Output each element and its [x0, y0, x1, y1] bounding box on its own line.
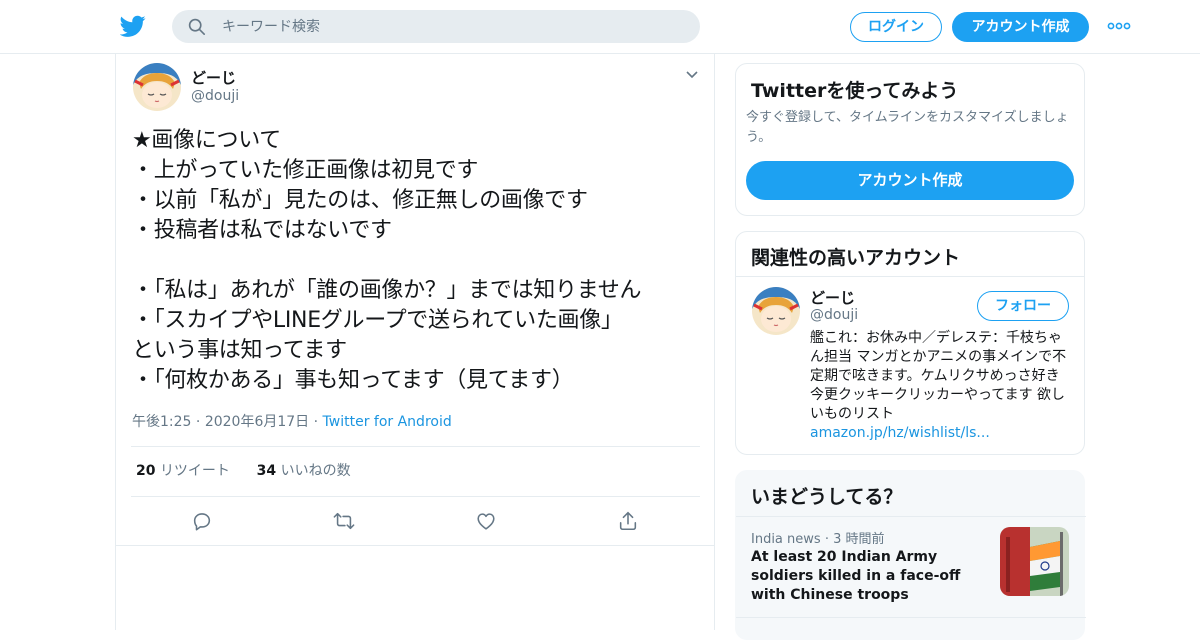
divider [736, 617, 1086, 618]
like-icon[interactable] [475, 510, 497, 532]
tweet-stats: 20 リツイート 34 いいねの数 [136, 460, 351, 480]
separator-dot: · [820, 532, 834, 547]
avatar[interactable] [133, 63, 181, 111]
tweet-timestamp: 午後1:25 · 2020年6月17日 · Twitter for Androi… [132, 411, 452, 431]
reply-icon[interactable] [191, 510, 213, 532]
twitter-bird-icon[interactable] [120, 13, 146, 39]
retweet-stat[interactable]: 20 リツイート [136, 463, 230, 479]
related-accounts-card: 関連性の高いアカウント どーじ @douji フォロー 艦これ：お休み中／デレス… [735, 231, 1085, 455]
divider [131, 496, 700, 497]
divider [116, 545, 714, 546]
separator-dot: · [309, 414, 323, 430]
avatar-image [752, 287, 800, 335]
chevron-down-icon[interactable] [685, 70, 699, 80]
trend-time: 3 時間前 [833, 532, 885, 547]
trends-card: いまどうしてる？ India news · 3 時間前 At least 20 … [735, 470, 1086, 640]
more-options-icon[interactable] [1107, 22, 1131, 30]
signup-card-title: Twitterを使ってみよう [751, 80, 959, 102]
divider [131, 446, 700, 447]
divider [736, 516, 1086, 517]
tweet-date[interactable]: 2020年6月17日 [205, 414, 309, 430]
login-button[interactable]: ログイン [850, 12, 942, 42]
trend-thumbnail[interactable] [1000, 527, 1069, 596]
retweet-count: 20 [136, 463, 156, 479]
like-label: いいねの数 [280, 463, 351, 479]
signup-card: Twitterを使ってみよう 今すぐ登録して、タイムラインをカスタマイズしましょ… [735, 63, 1085, 216]
search-box[interactable] [172, 10, 700, 43]
author-handle[interactable]: @douji [191, 88, 239, 104]
share-icon[interactable] [617, 510, 639, 532]
trend-category: India news [751, 532, 821, 547]
related-accounts-title: 関連性の高いアカウント [751, 247, 961, 269]
trend-headline[interactable]: At least 20 Indian Army soldiers killed … [751, 548, 976, 605]
signup-card-button[interactable]: アカウント作成 [746, 161, 1074, 200]
tweet-source-link[interactable]: Twitter for Android [323, 414, 452, 430]
retweet-icon[interactable] [333, 510, 355, 532]
signup-button[interactable]: アカウント作成 [952, 12, 1089, 42]
divider [736, 276, 1084, 277]
author-name[interactable]: どーじ [191, 67, 236, 88]
related-account-handle[interactable]: @douji [810, 307, 858, 323]
separator-dot: · [191, 414, 205, 430]
trend-meta: India news · 3 時間前 [751, 528, 885, 547]
related-account-name[interactable]: どーじ [810, 287, 855, 308]
follow-button[interactable]: フォロー [977, 291, 1069, 321]
like-stat[interactable]: 34 いいねの数 [257, 463, 351, 479]
like-count: 34 [256, 463, 277, 479]
avatar[interactable] [752, 287, 800, 335]
tweet-time[interactable]: 午後1:25 [132, 414, 191, 430]
search-icon [188, 18, 206, 36]
wishlist-link[interactable]: amazon.jp/hz/wishlist/ls... [810, 425, 990, 441]
related-account-bio: 艦これ：お休み中／デレステ：千枝ちゃん担当 マンガとかアニメの事メインで不定期で… [810, 330, 1067, 422]
top-nav: ログイン アカウント作成 [0, 0, 1200, 54]
tweet-column: どーじ @douji ★画像について ・上がっていた修正画像は初見です ・以前「… [115, 54, 715, 630]
trends-title: いまどうしてる？ [751, 486, 903, 508]
flags-image [1000, 527, 1069, 596]
avatar-image [133, 63, 181, 111]
signup-card-description: 今すぐ登録して、タイムラインをカスタマイズしましょう。 [746, 110, 1069, 145]
retweet-label: リツイート [159, 463, 230, 479]
search-input[interactable] [222, 10, 682, 43]
tweet-text: ★画像について ・上がっていた修正画像は初見です ・以前「私が」見たのは、修正無… [132, 128, 642, 393]
